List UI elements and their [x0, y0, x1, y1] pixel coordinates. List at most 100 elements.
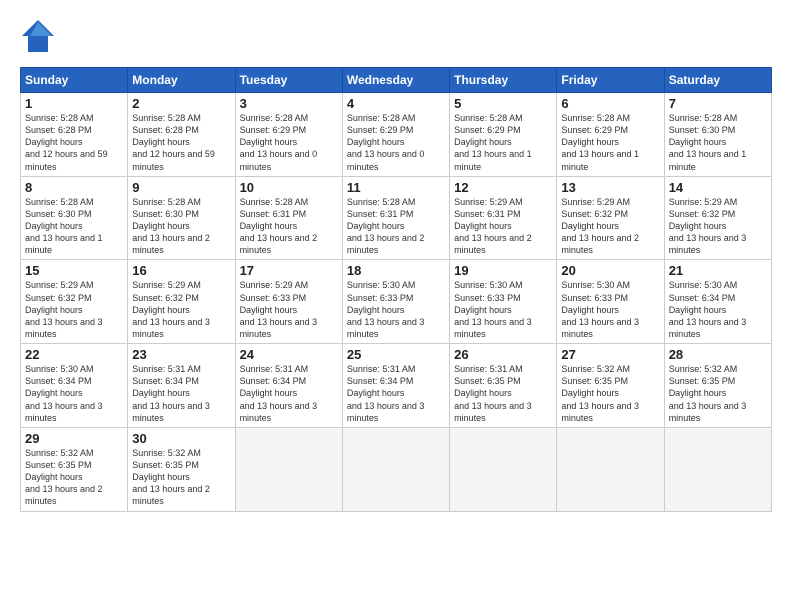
day-number: 2	[132, 96, 230, 111]
calendar-cell: 23Sunrise: 5:31 AMSunset: 6:34 PMDayligh…	[128, 344, 235, 428]
calendar-cell: 20Sunrise: 5:30 AMSunset: 6:33 PMDayligh…	[557, 260, 664, 344]
calendar-cell	[450, 427, 557, 511]
calendar-cell: 1Sunrise: 5:28 AMSunset: 6:28 PMDaylight…	[21, 93, 128, 177]
day-number: 17	[240, 263, 338, 278]
day-number: 28	[669, 347, 767, 362]
cell-content: Sunrise: 5:32 AMSunset: 6:35 PMDaylight …	[132, 447, 230, 508]
cell-content: Sunrise: 5:29 AMSunset: 6:33 PMDaylight …	[240, 279, 338, 340]
calendar-cell: 28Sunrise: 5:32 AMSunset: 6:35 PMDayligh…	[664, 344, 771, 428]
cell-content: Sunrise: 5:31 AMSunset: 6:34 PMDaylight …	[240, 363, 338, 424]
calendar-cell: 29Sunrise: 5:32 AMSunset: 6:35 PMDayligh…	[21, 427, 128, 511]
cell-content: Sunrise: 5:28 AMSunset: 6:28 PMDaylight …	[25, 112, 123, 173]
day-number: 16	[132, 263, 230, 278]
day-number: 24	[240, 347, 338, 362]
cell-content: Sunrise: 5:30 AMSunset: 6:33 PMDaylight …	[561, 279, 659, 340]
calendar-cell: 5Sunrise: 5:28 AMSunset: 6:29 PMDaylight…	[450, 93, 557, 177]
day-number: 10	[240, 180, 338, 195]
calendar-cell: 6Sunrise: 5:28 AMSunset: 6:29 PMDaylight…	[557, 93, 664, 177]
cell-content: Sunrise: 5:28 AMSunset: 6:29 PMDaylight …	[561, 112, 659, 173]
cell-content: Sunrise: 5:29 AMSunset: 6:31 PMDaylight …	[454, 196, 552, 257]
day-number: 23	[132, 347, 230, 362]
cell-content: Sunrise: 5:28 AMSunset: 6:29 PMDaylight …	[454, 112, 552, 173]
calendar-cell: 24Sunrise: 5:31 AMSunset: 6:34 PMDayligh…	[235, 344, 342, 428]
calendar-cell: 16Sunrise: 5:29 AMSunset: 6:32 PMDayligh…	[128, 260, 235, 344]
day-number: 27	[561, 347, 659, 362]
calendar-cell	[235, 427, 342, 511]
calendar-cell: 25Sunrise: 5:31 AMSunset: 6:34 PMDayligh…	[342, 344, 449, 428]
calendar-cell: 30Sunrise: 5:32 AMSunset: 6:35 PMDayligh…	[128, 427, 235, 511]
day-number: 14	[669, 180, 767, 195]
calendar-cell: 15Sunrise: 5:29 AMSunset: 6:32 PMDayligh…	[21, 260, 128, 344]
cell-content: Sunrise: 5:28 AMSunset: 6:30 PMDaylight …	[669, 112, 767, 173]
day-number: 25	[347, 347, 445, 362]
day-number: 29	[25, 431, 123, 446]
day-number: 13	[561, 180, 659, 195]
cell-content: Sunrise: 5:31 AMSunset: 6:35 PMDaylight …	[454, 363, 552, 424]
day-number: 21	[669, 263, 767, 278]
calendar-cell: 8Sunrise: 5:28 AMSunset: 6:30 PMDaylight…	[21, 176, 128, 260]
cell-content: Sunrise: 5:28 AMSunset: 6:31 PMDaylight …	[240, 196, 338, 257]
weekday-header-thursday: Thursday	[450, 68, 557, 93]
day-number: 22	[25, 347, 123, 362]
day-number: 26	[454, 347, 552, 362]
calendar-cell	[664, 427, 771, 511]
calendar-cell: 17Sunrise: 5:29 AMSunset: 6:33 PMDayligh…	[235, 260, 342, 344]
cell-content: Sunrise: 5:28 AMSunset: 6:29 PMDaylight …	[240, 112, 338, 173]
day-number: 20	[561, 263, 659, 278]
calendar-cell: 14Sunrise: 5:29 AMSunset: 6:32 PMDayligh…	[664, 176, 771, 260]
logo-icon	[20, 18, 56, 54]
calendar-cell: 13Sunrise: 5:29 AMSunset: 6:32 PMDayligh…	[557, 176, 664, 260]
cell-content: Sunrise: 5:28 AMSunset: 6:30 PMDaylight …	[132, 196, 230, 257]
cell-content: Sunrise: 5:29 AMSunset: 6:32 PMDaylight …	[25, 279, 123, 340]
calendar-cell: 21Sunrise: 5:30 AMSunset: 6:34 PMDayligh…	[664, 260, 771, 344]
weekday-header-wednesday: Wednesday	[342, 68, 449, 93]
cell-content: Sunrise: 5:28 AMSunset: 6:28 PMDaylight …	[132, 112, 230, 173]
calendar-cell: 11Sunrise: 5:28 AMSunset: 6:31 PMDayligh…	[342, 176, 449, 260]
cell-content: Sunrise: 5:29 AMSunset: 6:32 PMDaylight …	[561, 196, 659, 257]
weekday-header-sunday: Sunday	[21, 68, 128, 93]
cell-content: Sunrise: 5:31 AMSunset: 6:34 PMDaylight …	[347, 363, 445, 424]
cell-content: Sunrise: 5:30 AMSunset: 6:34 PMDaylight …	[25, 363, 123, 424]
weekday-header-monday: Monday	[128, 68, 235, 93]
calendar-cell	[557, 427, 664, 511]
calendar-cell: 22Sunrise: 5:30 AMSunset: 6:34 PMDayligh…	[21, 344, 128, 428]
calendar-cell: 10Sunrise: 5:28 AMSunset: 6:31 PMDayligh…	[235, 176, 342, 260]
cell-content: Sunrise: 5:29 AMSunset: 6:32 PMDaylight …	[669, 196, 767, 257]
cell-content: Sunrise: 5:32 AMSunset: 6:35 PMDaylight …	[25, 447, 123, 508]
day-number: 19	[454, 263, 552, 278]
cell-content: Sunrise: 5:28 AMSunset: 6:31 PMDaylight …	[347, 196, 445, 257]
calendar-cell: 12Sunrise: 5:29 AMSunset: 6:31 PMDayligh…	[450, 176, 557, 260]
day-number: 7	[669, 96, 767, 111]
cell-content: Sunrise: 5:29 AMSunset: 6:32 PMDaylight …	[132, 279, 230, 340]
day-number: 30	[132, 431, 230, 446]
cell-content: Sunrise: 5:31 AMSunset: 6:34 PMDaylight …	[132, 363, 230, 424]
weekday-header-saturday: Saturday	[664, 68, 771, 93]
cell-content: Sunrise: 5:32 AMSunset: 6:35 PMDaylight …	[669, 363, 767, 424]
cell-content: Sunrise: 5:32 AMSunset: 6:35 PMDaylight …	[561, 363, 659, 424]
calendar-cell: 9Sunrise: 5:28 AMSunset: 6:30 PMDaylight…	[128, 176, 235, 260]
day-number: 6	[561, 96, 659, 111]
cell-content: Sunrise: 5:28 AMSunset: 6:29 PMDaylight …	[347, 112, 445, 173]
calendar-cell: 4Sunrise: 5:28 AMSunset: 6:29 PMDaylight…	[342, 93, 449, 177]
cell-content: Sunrise: 5:30 AMSunset: 6:33 PMDaylight …	[347, 279, 445, 340]
day-number: 9	[132, 180, 230, 195]
day-number: 5	[454, 96, 552, 111]
weekday-header-tuesday: Tuesday	[235, 68, 342, 93]
logo	[20, 18, 60, 59]
day-number: 8	[25, 180, 123, 195]
calendar-cell: 3Sunrise: 5:28 AMSunset: 6:29 PMDaylight…	[235, 93, 342, 177]
calendar-cell: 26Sunrise: 5:31 AMSunset: 6:35 PMDayligh…	[450, 344, 557, 428]
calendar-cell: 18Sunrise: 5:30 AMSunset: 6:33 PMDayligh…	[342, 260, 449, 344]
calendar-cell: 19Sunrise: 5:30 AMSunset: 6:33 PMDayligh…	[450, 260, 557, 344]
calendar-cell	[342, 427, 449, 511]
calendar-cell: 2Sunrise: 5:28 AMSunset: 6:28 PMDaylight…	[128, 93, 235, 177]
day-number: 4	[347, 96, 445, 111]
day-number: 12	[454, 180, 552, 195]
cell-content: Sunrise: 5:30 AMSunset: 6:34 PMDaylight …	[669, 279, 767, 340]
calendar-cell: 27Sunrise: 5:32 AMSunset: 6:35 PMDayligh…	[557, 344, 664, 428]
calendar-cell: 7Sunrise: 5:28 AMSunset: 6:30 PMDaylight…	[664, 93, 771, 177]
cell-content: Sunrise: 5:30 AMSunset: 6:33 PMDaylight …	[454, 279, 552, 340]
day-number: 15	[25, 263, 123, 278]
calendar: SundayMondayTuesdayWednesdayThursdayFrid…	[20, 67, 772, 512]
day-number: 1	[25, 96, 123, 111]
